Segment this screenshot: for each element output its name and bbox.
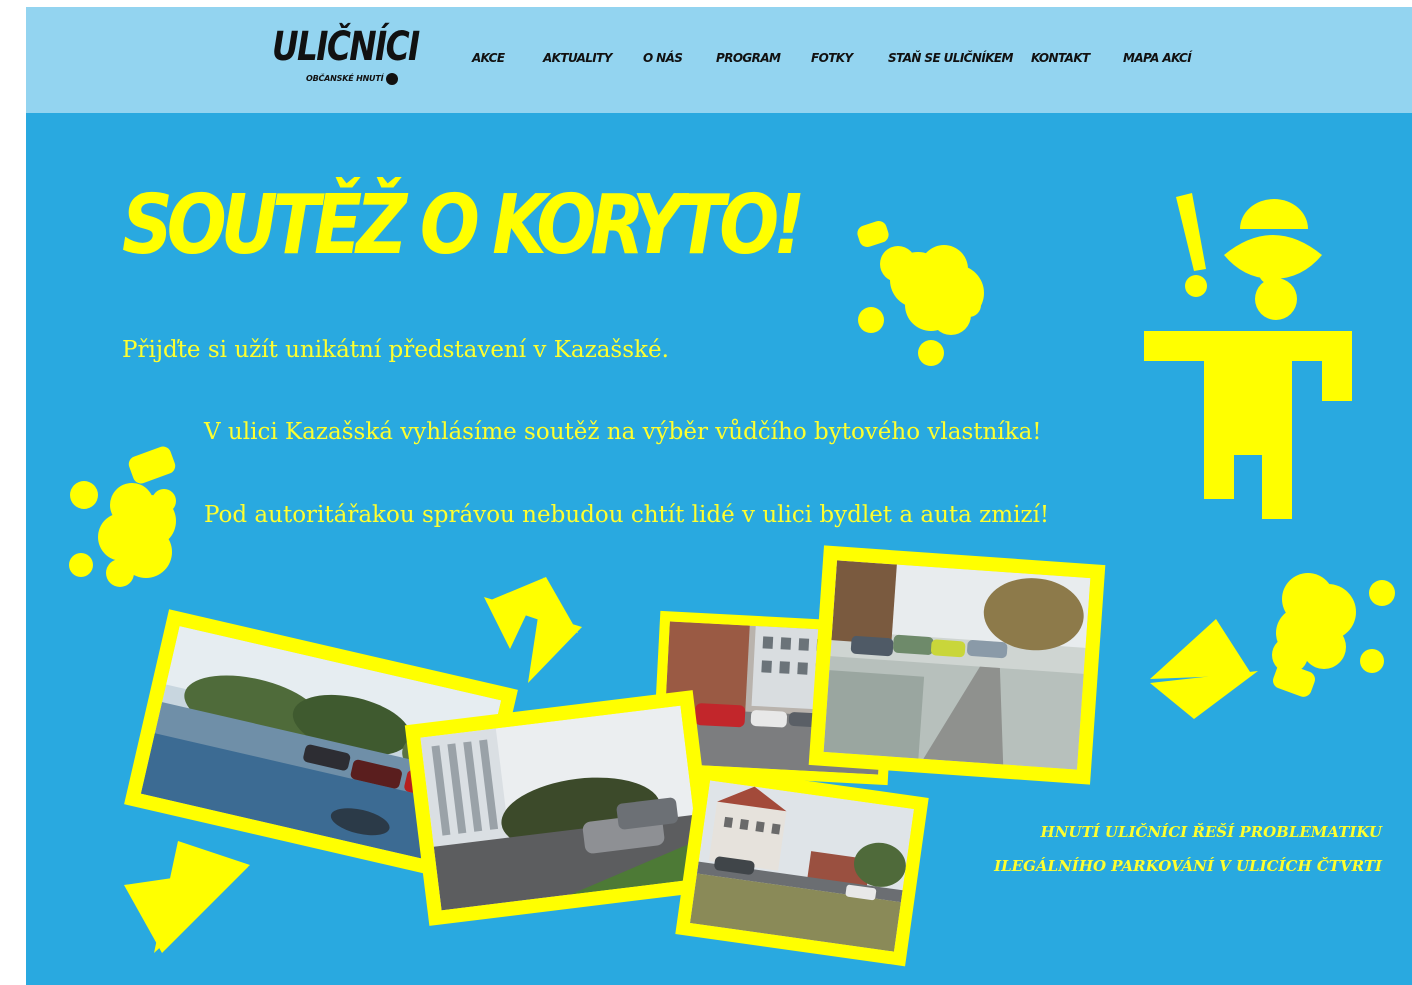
tagline-line-2: ILEGÁLNÍHO PARKOVÁNÍ V ULICÍCH ČTVRTI xyxy=(994,857,1382,875)
arrow-decoration-icon xyxy=(124,841,250,953)
street-photo-4[interactable] xyxy=(404,690,718,926)
contest-paragraph: V ulici Kazašská vyhlásíme soutěž na výb… xyxy=(204,419,1042,445)
photo-image xyxy=(420,705,702,911)
cloud-decoration-icon xyxy=(857,220,984,366)
cloud-decoration-icon xyxy=(1272,573,1395,697)
hero-title: SOUTĚŽ O KORYTO! xyxy=(122,178,805,273)
photo-image xyxy=(689,780,915,952)
arrow-decoration-icon xyxy=(1150,619,1258,719)
arrow-decoration-icon xyxy=(484,577,582,683)
photo-image xyxy=(823,560,1091,770)
tagline-line-1: HNUTÍ ULIČNÍCI ŘEŠÍ PROBLEMATIKU xyxy=(1040,823,1382,841)
intro-paragraph: Přijďte si užít unikátní představení v K… xyxy=(122,337,669,363)
cloud-decoration-icon xyxy=(69,446,176,587)
street-photo-5[interactable] xyxy=(675,765,929,967)
stick-figure-illustration-icon xyxy=(1144,199,1352,519)
street-photo-3[interactable] xyxy=(808,545,1106,785)
page-frame: ULIČNÍCI OBČANSKÉ HNUTÍ AKCE AKTUALITY O… xyxy=(26,7,1412,985)
exclamation-mark-icon xyxy=(1176,193,1207,297)
outcome-paragraph: Pod autoritářakou správou nebudou chtít … xyxy=(204,502,1050,528)
